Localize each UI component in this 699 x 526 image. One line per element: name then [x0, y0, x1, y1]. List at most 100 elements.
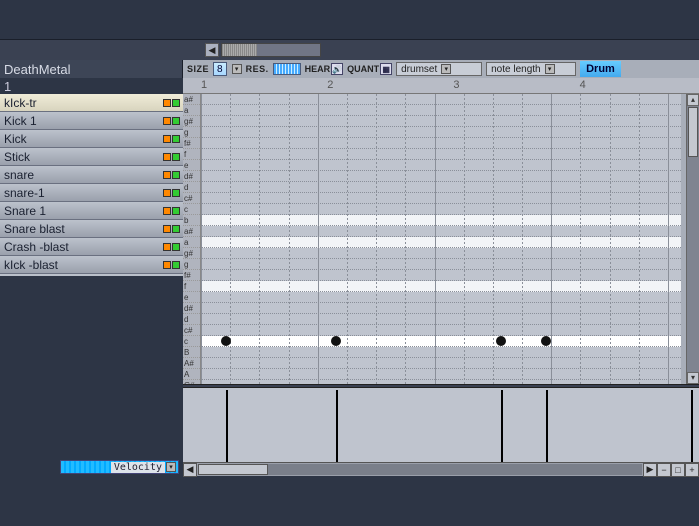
- pitch-label: f#: [183, 138, 200, 149]
- hear-toggle[interactable]: HEAR 🔊: [305, 63, 344, 75]
- pitch-label: A: [183, 369, 200, 380]
- track-row[interactable]: Crash -blast: [0, 238, 183, 256]
- track-row[interactable]: Kick 1: [0, 112, 183, 130]
- velocity-bar[interactable]: [546, 390, 548, 462]
- mute-button[interactable]: [163, 117, 171, 125]
- solo-button[interactable]: [172, 207, 180, 215]
- track-row[interactable]: Stick: [0, 148, 183, 166]
- mute-button[interactable]: [163, 171, 171, 179]
- track-name: Snare blast: [4, 222, 65, 236]
- res-label: RES.: [246, 64, 269, 74]
- solo-button[interactable]: [172, 261, 180, 269]
- solo-button[interactable]: [172, 135, 180, 143]
- track-row[interactable]: Snare 1: [0, 202, 183, 220]
- solo-button[interactable]: [172, 243, 180, 251]
- note-event[interactable]: [331, 336, 341, 346]
- solo-button[interactable]: [172, 99, 180, 107]
- drumset-combo[interactable]: drumset ▾: [396, 62, 482, 76]
- solo-button[interactable]: [172, 153, 180, 161]
- hscroll-thumb[interactable]: [198, 464, 268, 475]
- pitch-label: B: [183, 347, 200, 358]
- size-value[interactable]: 8: [213, 62, 227, 76]
- note-grid[interactable]: a#ag#gf#fed#dc#cba#ag#gf#fed#dc#cBA#AG#G…: [183, 94, 681, 384]
- mute-button[interactable]: [163, 135, 171, 143]
- mute-button[interactable]: [163, 243, 171, 251]
- hscroll-thumb[interactable]: [222, 44, 257, 56]
- velocity-selector-row: Velocity ▾: [0, 458, 183, 476]
- speaker-icon: 🔊: [331, 63, 343, 75]
- pitch-label: f#: [183, 270, 200, 281]
- hscroll-left-button[interactable]: ◀: [205, 43, 219, 57]
- vscroll-thumb[interactable]: [688, 107, 698, 157]
- mute-button[interactable]: [163, 261, 171, 269]
- velocity-bar[interactable]: [336, 390, 338, 462]
- track-row[interactable]: Snare blast: [0, 220, 183, 238]
- gridline: [347, 94, 348, 384]
- hscroll-left-button[interactable]: ◀: [183, 463, 197, 477]
- bar-number: 3: [453, 79, 459, 91]
- velocity-bar[interactable]: [691, 390, 693, 462]
- track-number: 1: [0, 78, 183, 94]
- notelength-combo[interactable]: note length ▾: [486, 62, 576, 76]
- hscroll-track[interactable]: [198, 464, 642, 475]
- solo-button[interactable]: [172, 225, 180, 233]
- note-event[interactable]: [496, 336, 506, 346]
- quant-toggle[interactable]: QUANT ▦: [347, 63, 392, 75]
- patch-name[interactable]: DeathMetal: [0, 60, 183, 78]
- pitch-label: d: [183, 314, 200, 325]
- note-event[interactable]: [221, 336, 231, 346]
- mute-button[interactable]: [163, 189, 171, 197]
- track-row[interactable]: snare-1: [0, 184, 183, 202]
- mute-button[interactable]: [163, 225, 171, 233]
- track-buttons: [163, 261, 180, 269]
- vertical-scrollbar[interactable]: ▴ ▾: [686, 94, 699, 384]
- mute-button[interactable]: [163, 207, 171, 215]
- velocity-pane[interactable]: [183, 388, 699, 462]
- mute-button[interactable]: [163, 153, 171, 161]
- gridline: [580, 94, 581, 384]
- mute-button[interactable]: [163, 99, 171, 107]
- vscroll-down-button[interactable]: ▾: [687, 372, 699, 384]
- zoom-reset-button[interactable]: □: [671, 463, 685, 477]
- track-name: Snare 1: [4, 204, 46, 218]
- zoom-in-button[interactable]: +: [685, 463, 699, 477]
- pitch-label: f: [183, 149, 200, 160]
- solo-button[interactable]: [172, 171, 180, 179]
- velocity-bar[interactable]: [226, 390, 228, 462]
- track-row[interactable]: Kick: [0, 130, 183, 148]
- pitch-label: a: [183, 237, 200, 248]
- gridline: [318, 94, 319, 384]
- track-row[interactable]: kIck-tr: [0, 94, 183, 112]
- hscroll-track[interactable]: [221, 43, 321, 57]
- bottom-scrollbar: ◀ ▶ − □ +: [183, 462, 699, 476]
- vscroll-track[interactable]: [687, 106, 699, 372]
- solo-button[interactable]: [172, 189, 180, 197]
- app-top-strip: [0, 0, 699, 40]
- upper-hscroll-row: ◀: [0, 40, 699, 60]
- gridline: [464, 94, 465, 384]
- track-buttons: [163, 171, 180, 179]
- track-row[interactable]: snare: [0, 166, 183, 184]
- track-row[interactable]: kIck -blast: [0, 256, 183, 274]
- pitch-label: g#: [183, 248, 200, 259]
- bar-ruler[interactable]: 1234: [183, 78, 699, 94]
- zoom-out-button[interactable]: −: [657, 463, 671, 477]
- vscroll-up-button[interactable]: ▴: [687, 94, 699, 106]
- solo-button[interactable]: [172, 117, 180, 125]
- drum-mode-label[interactable]: Drum: [580, 61, 621, 77]
- track-name: kIck -blast: [4, 258, 58, 272]
- gridline: [522, 94, 523, 384]
- velocity-bar[interactable]: [501, 390, 503, 462]
- track-buttons: [163, 189, 180, 197]
- chevron-down-icon[interactable]: ▾: [166, 462, 176, 472]
- toolbar: SIZE 8 ▾ RES. HEAR 🔊 QUANT ▦ drumset ▾ n…: [183, 60, 699, 78]
- note-event[interactable]: [541, 336, 551, 346]
- size-dropdown-icon[interactable]: ▾: [232, 64, 242, 74]
- velocity-selector[interactable]: Velocity ▾: [60, 460, 179, 474]
- track-buttons: [163, 153, 180, 161]
- res-slider[interactable]: [273, 63, 301, 75]
- hscroll-right-button[interactable]: ▶: [643, 463, 657, 477]
- hear-label: HEAR: [305, 64, 331, 74]
- track-buttons: [163, 207, 180, 215]
- notelength-combo-text: note length: [491, 64, 541, 75]
